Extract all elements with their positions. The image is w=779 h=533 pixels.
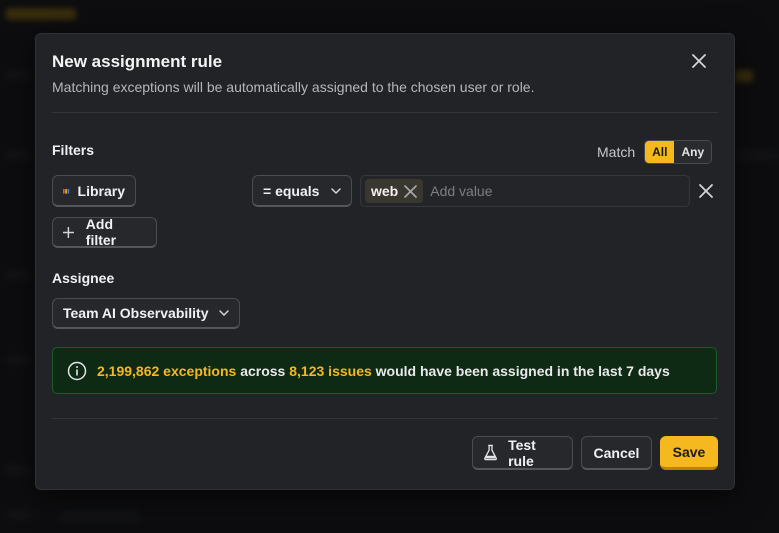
dialog-title: New assignment rule xyxy=(52,52,223,71)
issues-count: 8,123 issues xyxy=(289,362,372,379)
add-filter-label: Add filter xyxy=(85,216,117,248)
assignment-preview-banner: 2,199,862 exceptions across 8,123 issues… xyxy=(52,347,717,394)
plus-icon xyxy=(63,226,74,238)
match-label: Match xyxy=(597,144,636,160)
close-button[interactable] xyxy=(688,50,710,72)
chevron-down-icon xyxy=(219,310,229,316)
save-label: Save xyxy=(672,443,706,460)
assignee-selected-label: Team AI Observability xyxy=(63,305,209,321)
filter-property-label: Library xyxy=(77,182,125,199)
flask-icon xyxy=(484,444,497,461)
close-icon xyxy=(692,54,706,68)
save-button[interactable]: Save xyxy=(660,436,718,470)
cancel-label: Cancel xyxy=(593,444,640,461)
match-control: Match All Any xyxy=(597,140,713,164)
add-filter-button[interactable]: Add filter xyxy=(52,216,157,248)
filter-value-input[interactable]: web Add value xyxy=(360,175,690,207)
preview-rest: would have been assigned in the last 7 d… xyxy=(375,362,670,379)
value-chip-label: web xyxy=(371,183,399,199)
remove-value-icon[interactable] xyxy=(404,184,418,198)
header-divider xyxy=(52,112,718,113)
preview-text: 2,199,862 exceptions across 8,123 issues… xyxy=(97,363,670,379)
filters-label: Filters xyxy=(52,142,95,158)
test-rule-button[interactable]: Test rule xyxy=(472,436,573,470)
chevron-down-icon xyxy=(331,187,341,194)
assignment-rule-dialog: New assignment rule Matching exceptions … xyxy=(35,33,735,490)
assignee-select[interactable]: Team AI Observability xyxy=(52,298,240,329)
library-icon xyxy=(63,188,70,194)
dialog-header: New assignment rule Matching exceptions … xyxy=(52,52,718,95)
assignee-label: Assignee xyxy=(52,270,115,286)
value-chip-web: web xyxy=(365,179,424,203)
match-segmented: All Any xyxy=(644,140,713,164)
match-option-all[interactable]: All xyxy=(645,141,675,163)
info-icon xyxy=(67,361,87,380)
filter-operator-select[interactable]: = equals xyxy=(252,175,352,207)
preview-across: across xyxy=(240,362,286,379)
exceptions-count: 2,199,862 exceptions xyxy=(97,362,237,379)
test-rule-label: Test rule xyxy=(508,436,536,469)
dialog-subtitle: Matching exceptions will be automaticall… xyxy=(52,79,535,95)
add-value-placeholder[interactable]: Add value xyxy=(430,183,492,199)
footer-divider xyxy=(52,418,718,419)
cancel-button[interactable]: Cancel xyxy=(581,436,652,470)
close-icon xyxy=(699,184,713,198)
match-option-any[interactable]: Any xyxy=(674,141,712,163)
filter-property-button[interactable]: Library xyxy=(52,175,136,207)
filter-operator-label: = equals xyxy=(263,182,320,199)
remove-filter-button[interactable] xyxy=(696,181,716,201)
